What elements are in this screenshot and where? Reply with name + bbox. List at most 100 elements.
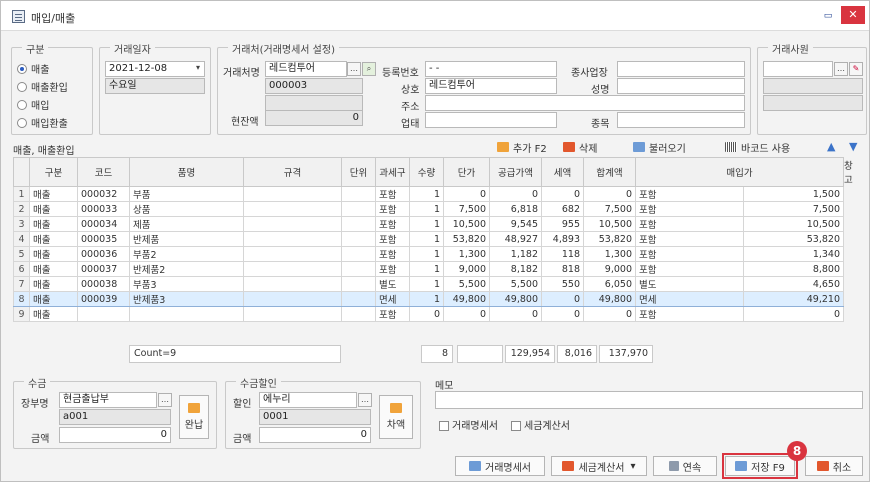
cell-unit[interactable] xyxy=(341,306,376,322)
table-row[interactable]: 2매출000033상품포함17,5006,8186827,500포함7,500기… xyxy=(13,201,845,217)
cell-vat[interactable]: 4,893 xyxy=(541,231,584,247)
cell-cost[interactable]: 8,800 xyxy=(742,261,845,277)
cell-name[interactable]: 부품 xyxy=(129,186,244,202)
cell-total[interactable]: 9,000 xyxy=(583,261,636,277)
minimize-icon[interactable]: ▭ xyxy=(821,9,835,23)
cell-tax2[interactable]: 포함 xyxy=(635,201,744,217)
table-row[interactable]: 4 매출 000035 반제품 포함 1 53,820 48,927 4,893 53,820 포함… xyxy=(13,231,845,247)
cell-code[interactable]: 000036 xyxy=(77,246,130,262)
receipt-amount-field[interactable]: 0 xyxy=(59,427,171,443)
column-header[interactable]: 품명 xyxy=(129,157,244,187)
cell-vat[interactable]: 0 xyxy=(541,186,584,202)
cell-name[interactable]: 반제품 xyxy=(129,231,244,247)
cell-supply[interactable]: 49,800 xyxy=(489,291,542,307)
cell-kind[interactable]: 매출 xyxy=(29,261,78,277)
cell-name[interactable]: 반제품3 xyxy=(129,291,244,307)
branch-field[interactable] xyxy=(617,61,745,77)
cell-qty[interactable]: 1 xyxy=(409,246,444,262)
column-header[interactable]: 과세구 xyxy=(375,157,410,187)
cell-total[interactable]: 7,500 xyxy=(583,201,636,217)
reg-no-field[interactable]: - - xyxy=(425,61,557,77)
cell-name[interactable]: 부품2 xyxy=(129,246,244,262)
cell-tax2[interactable]: 포함 xyxy=(635,186,744,202)
cell-vat[interactable]: 818 xyxy=(541,261,584,277)
cell-total[interactable]: 0 xyxy=(583,306,636,322)
cell-total[interactable]: 1,300 xyxy=(583,246,636,262)
cell-cost[interactable]: 49,210 xyxy=(742,291,845,307)
cell-spec[interactable] xyxy=(243,276,342,292)
cell-kind[interactable]: 매출 xyxy=(29,201,78,217)
cell-qty[interactable]: 1 xyxy=(409,276,444,292)
cell-code[interactable]: 000037 xyxy=(77,261,130,277)
cell-kind[interactable]: 매출 xyxy=(29,216,78,232)
item-field[interactable] xyxy=(617,112,745,128)
kind-radio-1[interactable]: 매출환입 xyxy=(17,79,68,94)
add-row-button[interactable]: 추가 F2 xyxy=(497,139,547,155)
kind-radio-0[interactable]: 매출 xyxy=(17,61,49,76)
table-row[interactable]: 9매출포함00000포함0기본창고 xyxy=(13,306,845,322)
cell-price[interactable]: 0 xyxy=(443,306,490,322)
cell-qty[interactable]: 1 xyxy=(409,216,444,232)
column-header[interactable]: 합계액 xyxy=(583,157,636,187)
discount-search-icon[interactable]: … xyxy=(358,393,372,407)
cell-kind[interactable]: 매출 xyxy=(29,231,78,247)
cell-vat[interactable]: 955 xyxy=(541,216,584,232)
cell-tax[interactable]: 포함 xyxy=(375,231,410,247)
cell-qty[interactable]: 1 xyxy=(409,201,444,217)
cell-vat[interactable]: 682 xyxy=(541,201,584,217)
column-header[interactable]: 세액 xyxy=(541,157,584,187)
cell-kind[interactable]: 매출 xyxy=(29,186,78,202)
cell-total[interactable]: 49,800 xyxy=(583,291,636,307)
owner-field[interactable] xyxy=(617,78,745,94)
move-up-icon[interactable]: ▲ xyxy=(827,140,835,153)
partner-search-icon[interactable]: … xyxy=(347,62,361,76)
cell-name[interactable] xyxy=(129,306,244,322)
cell-name[interactable]: 제품 xyxy=(129,216,244,232)
cell-tax2[interactable]: 면세 xyxy=(635,291,744,307)
tax-invoice-button[interactable]: 세금계산서 ▾ xyxy=(551,456,647,476)
cell-tax2[interactable]: 포함 xyxy=(635,306,744,322)
cell-supply[interactable]: 6,818 xyxy=(489,201,542,217)
column-header[interactable]: 수량 xyxy=(409,157,444,187)
tax-invoice-check[interactable]: 세금계산서 xyxy=(511,417,570,432)
table-row[interactable]: 3 매출 000034 제품 포함 1 10,500 9,545 955 10,500 포함 10,5… xyxy=(13,216,845,232)
cell-cost[interactable]: 1,500 xyxy=(742,186,845,202)
column-header[interactable]: 공급가액 xyxy=(489,157,542,187)
column-header[interactable]: 단가 xyxy=(443,157,490,187)
table-row[interactable]: 6 매출 000037 반제품2 포함 1 9,000 8,182 818 9,000 포함 8,80… xyxy=(13,261,845,277)
discount-ledger-field[interactable]: 에누리 xyxy=(259,392,357,408)
cell-kind[interactable]: 매출 xyxy=(29,276,78,292)
cell-price[interactable]: 5,500 xyxy=(443,276,490,292)
cell-spec[interactable] xyxy=(243,186,342,202)
cell-price[interactable]: 9,000 xyxy=(443,261,490,277)
partner-name-field[interactable]: 레드컴투어 xyxy=(265,61,347,77)
tax-invoice-dropdown-icon[interactable]: ▾ xyxy=(630,461,635,472)
cell-vat[interactable]: 0 xyxy=(541,291,584,307)
cell-unit[interactable] xyxy=(341,201,376,217)
cell-supply[interactable]: 8,182 xyxy=(489,261,542,277)
cell-spec[interactable] xyxy=(243,216,342,232)
cell-unit[interactable] xyxy=(341,186,376,202)
receipt-ledger-field[interactable]: 현금출납부 xyxy=(59,392,157,408)
cell-tax[interactable]: 포함 xyxy=(375,186,410,202)
table-row[interactable]: 8 매출 000039 반제품3 면세 1 49,800 49,800 0 49,800 면세 49,… xyxy=(13,291,845,307)
cell-code[interactable]: 000039 xyxy=(77,291,130,307)
cell-kind[interactable]: 매출 xyxy=(29,306,78,322)
cell-price[interactable]: 0 xyxy=(443,186,490,202)
discount-amount-field[interactable]: 0 xyxy=(259,427,371,443)
cell-unit[interactable] xyxy=(341,276,376,292)
table-row[interactable]: 1매출000032부품포함10000포함1,500기본창고 xyxy=(13,186,845,202)
staff-clear-icon[interactable]: ✎ xyxy=(849,62,863,76)
cell-supply[interactable]: 1,182 xyxy=(489,246,542,262)
cell-cost[interactable]: 1,340 xyxy=(742,246,845,262)
load-button[interactable]: 불러오기 xyxy=(633,139,686,155)
cancel-button[interactable]: 취소 xyxy=(805,456,863,476)
cell-name[interactable]: 상품 xyxy=(129,201,244,217)
cell-supply[interactable]: 48,927 xyxy=(489,231,542,247)
table-row[interactable]: 5 매출 000036 부품2 포함 1 1,300 1,182 118 1,300 포함 1,340… xyxy=(13,246,845,262)
cell-tax[interactable]: 포함 xyxy=(375,246,410,262)
cell-code[interactable]: 000033 xyxy=(77,201,130,217)
cell-cost[interactable]: 7,500 xyxy=(742,201,845,217)
cell-supply[interactable]: 9,545 xyxy=(489,216,542,232)
column-header[interactable]: 구분 xyxy=(29,157,78,187)
